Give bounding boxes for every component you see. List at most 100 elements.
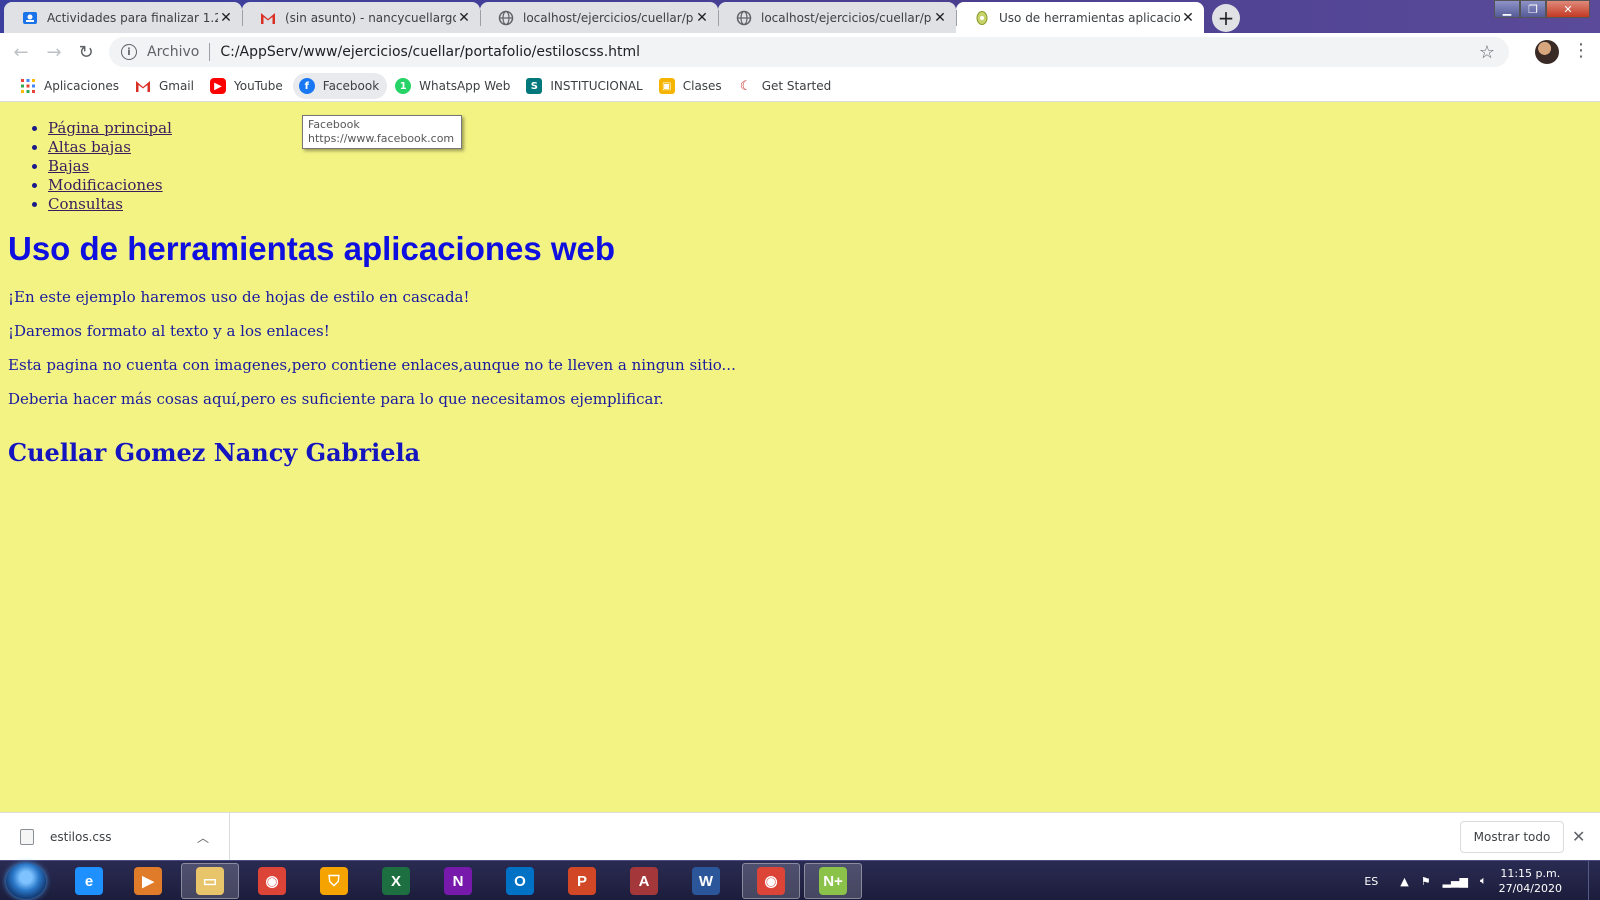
forward-button[interactable]: → bbox=[43, 41, 65, 63]
nav-link-modificaciones[interactable]: Modificaciones bbox=[48, 176, 163, 194]
system-tray: ES ▲ ⚑ ▂▄▆ 🔈︎ 11:15 p.m. 27/04/2020 bbox=[1364, 861, 1600, 900]
chrome-icon: ◉ bbox=[258, 867, 286, 895]
bookmarks-bar: Aplicaciones Gmail ▶ YouTube f Facebook … bbox=[0, 71, 1600, 102]
tab-localhost-2[interactable]: localhost/ejercicios/cuellar/porta ✕ bbox=[718, 2, 956, 33]
taskbar-app-button[interactable]: O bbox=[491, 863, 549, 899]
back-button[interactable]: ← bbox=[10, 41, 32, 63]
paragraph-4: Deberia hacer más cosas aquí,pero es suf… bbox=[8, 390, 664, 408]
page-heading: Uso de herramientas aplicaciones web bbox=[8, 230, 616, 267]
tab-title: localhost/ejercicios/cuellar/porta bbox=[523, 10, 694, 25]
bookmark-label: YouTube bbox=[233, 79, 283, 93]
taskbar-app-button[interactable]: N bbox=[429, 863, 487, 899]
language-indicator[interactable]: ES bbox=[1364, 875, 1378, 888]
tab-actividades[interactable]: Actividades para finalizar 1.2.1 ✕ bbox=[4, 2, 242, 33]
internet-explorer-icon: e bbox=[75, 867, 103, 895]
close-tab-icon[interactable]: ✕ bbox=[1180, 10, 1196, 26]
nav-link-pagina-principal[interactable]: Página principal bbox=[48, 119, 172, 137]
tab-title: Actividades para finalizar 1.2.1 bbox=[47, 10, 218, 25]
bookmark-aplicaciones[interactable]: Aplicaciones bbox=[14, 73, 127, 99]
tab-localhost-1[interactable]: localhost/ejercicios/cuellar/porta ✕ bbox=[480, 2, 718, 33]
show-all-button[interactable]: Mostrar todo bbox=[1460, 821, 1564, 853]
download-bar: estilos.css ︿ Mostrar todo ✕ bbox=[0, 812, 1600, 861]
taskbar-app-button[interactable]: ◉ bbox=[243, 863, 301, 899]
taskbar-app-button[interactable]: ▶ bbox=[119, 863, 177, 899]
new-tab-button[interactable]: + bbox=[1212, 4, 1240, 32]
globe-icon bbox=[736, 10, 752, 26]
volume-icon[interactable]: 🔈︎ bbox=[1480, 874, 1487, 888]
bookmark-clases[interactable]: ▣ Clases bbox=[653, 73, 730, 99]
paragraph-3: Esta pagina no cuenta con imagenes,pero … bbox=[8, 356, 736, 374]
minimize-button[interactable]: ▁ bbox=[1494, 0, 1520, 18]
gmail-icon bbox=[260, 10, 276, 26]
bookmark-get-started[interactable]: ☾ Get Started bbox=[732, 73, 840, 99]
profile-avatar[interactable] bbox=[1535, 40, 1559, 64]
tray-expand-icon[interactable]: ▲ bbox=[1400, 875, 1408, 888]
taskbar-app-button[interactable]: X bbox=[367, 863, 425, 899]
windows-taskbar: e ▶ ▭ ◉ ⛉ X N O P A W ◉ N+ ES ▲ ⚑ ▂▄▆ 🔈︎ 11:15 p.m. … bbox=[0, 860, 1600, 900]
url-text[interactable]: C:/AppServ/www/ejercicios/cuellar/portaf… bbox=[220, 44, 640, 60]
tab-strip: Actividades para finalizar 1.2.1 ✕ (sin … bbox=[0, 0, 1600, 33]
download-item[interactable]: estilos.css ︿ bbox=[0, 813, 230, 861]
tab-gmail[interactable]: (sin asunto) - nancycuellargomez ✕ bbox=[242, 2, 480, 33]
omnibox-divider bbox=[209, 43, 211, 61]
taskbar-app-button[interactable]: P bbox=[553, 863, 611, 899]
youtube-icon: ▶ bbox=[209, 78, 226, 94]
action-center-flag-icon[interactable]: ⚑ bbox=[1421, 875, 1431, 888]
nav-item: Página principal bbox=[48, 119, 172, 138]
nav-link-altas-bajas[interactable]: Altas bajas bbox=[48, 138, 131, 156]
nav-link-consultas[interactable]: Consultas bbox=[48, 195, 123, 213]
address-bar[interactable]: i Archivo C:/AppServ/www/ejercicios/cuel… bbox=[109, 37, 1509, 67]
outlook-icon: O bbox=[506, 867, 534, 895]
bookmark-whatsapp[interactable]: 1 WhatsApp Web bbox=[389, 73, 518, 99]
nav-link-bajas[interactable]: Bajas bbox=[48, 157, 89, 175]
bookmark-label: Aplicaciones bbox=[44, 79, 119, 93]
onenote-icon: N bbox=[444, 867, 472, 895]
browser-toolbar: ← → ↻ i Archivo C:/AppServ/www/ejercicio… bbox=[0, 33, 1600, 71]
taskbar-app-button[interactable]: N+ bbox=[804, 863, 862, 899]
nav-item: Consultas bbox=[48, 195, 172, 214]
powerpoint-icon: P bbox=[568, 867, 596, 895]
nav-item: Altas bajas bbox=[48, 138, 172, 157]
nav-item: Modificaciones bbox=[48, 176, 172, 195]
taskbar-app-button[interactable]: ◉ bbox=[742, 863, 800, 899]
window-close-button[interactable]: ✕ bbox=[1546, 0, 1590, 18]
restore-button[interactable]: ❐ bbox=[1520, 0, 1546, 18]
chrome-active-icon: ◉ bbox=[757, 867, 785, 895]
paragraph-1: ¡En este ejemplo haremos uso de hojas de… bbox=[8, 288, 470, 306]
page-icon bbox=[974, 10, 990, 26]
clock[interactable]: 11:15 p.m. 27/04/2020 bbox=[1499, 866, 1562, 896]
reload-button[interactable]: ↻ bbox=[75, 41, 97, 63]
taskbar-app-button[interactable]: ▭ bbox=[181, 863, 239, 899]
clock-time: 11:15 p.m. bbox=[1500, 867, 1561, 880]
bookmark-gmail[interactable]: Gmail bbox=[129, 73, 202, 99]
bookmark-label: WhatsApp Web bbox=[419, 79, 511, 93]
bookmark-facebook[interactable]: f Facebook bbox=[292, 73, 388, 99]
tab-title: localhost/ejercicios/cuellar/porta bbox=[761, 10, 932, 25]
taskbar-app-button[interactable]: ⛉ bbox=[305, 863, 363, 899]
info-icon[interactable]: i bbox=[121, 44, 137, 60]
taskbar-app-button[interactable]: e bbox=[60, 863, 118, 899]
network-icon[interactable]: ▂▄▆ bbox=[1443, 875, 1468, 888]
bookmark-youtube[interactable]: ▶ YouTube bbox=[204, 73, 291, 99]
close-tab-icon[interactable]: ✕ bbox=[932, 10, 948, 26]
close-tab-icon[interactable]: ✕ bbox=[456, 10, 472, 26]
tab-title: (sin asunto) - nancycuellargomez bbox=[285, 10, 456, 25]
taskbar-app-button[interactable]: A bbox=[615, 863, 673, 899]
tab-title: Uso de herramientas aplicaciones bbox=[999, 10, 1180, 25]
taskbar-app-button[interactable]: W bbox=[677, 863, 735, 899]
bookmark-label: Facebook bbox=[322, 79, 380, 93]
close-tab-icon[interactable]: ✕ bbox=[694, 10, 710, 26]
start-button[interactable] bbox=[6, 863, 46, 899]
author-name: Cuellar Gomez Nancy Gabriela bbox=[8, 438, 421, 467]
tab-active-page[interactable]: Uso de herramientas aplicaciones ✕ bbox=[956, 2, 1204, 33]
bookmark-institucional[interactable]: S INSTITUCIONAL bbox=[520, 73, 650, 99]
scheme-label: Archivo bbox=[147, 44, 200, 60]
bookmark-star-icon[interactable]: ☆ bbox=[1479, 42, 1495, 63]
nav-item: Bajas bbox=[48, 157, 172, 176]
whatsapp-icon: 1 bbox=[395, 78, 412, 94]
chevron-up-icon[interactable]: ︿ bbox=[197, 829, 215, 846]
close-tab-icon[interactable]: ✕ bbox=[218, 10, 234, 26]
kebab-menu-icon[interactable]: ⋮ bbox=[1572, 42, 1590, 60]
show-desktop-button[interactable] bbox=[1588, 861, 1600, 900]
close-download-bar-icon[interactable]: ✕ bbox=[1572, 827, 1585, 846]
